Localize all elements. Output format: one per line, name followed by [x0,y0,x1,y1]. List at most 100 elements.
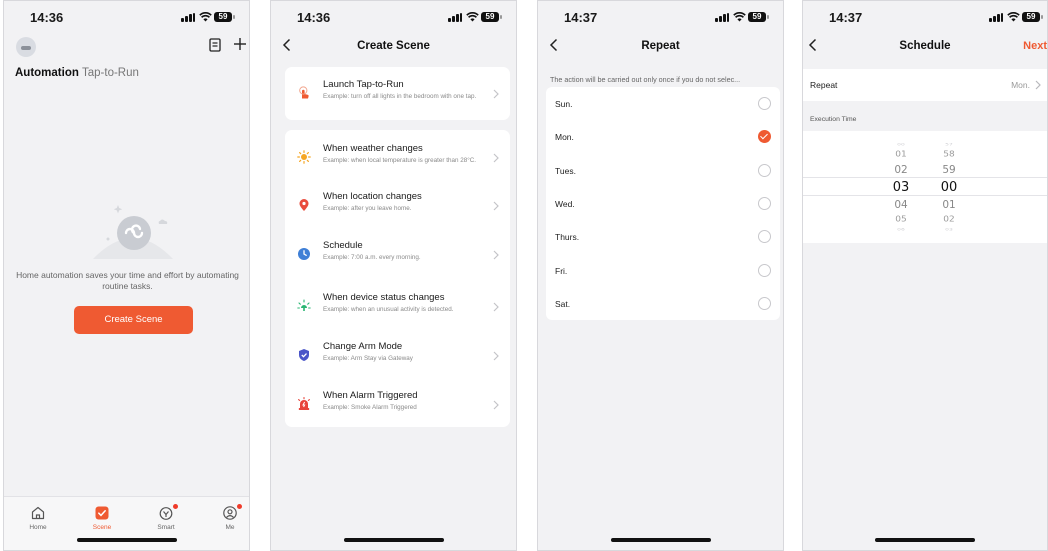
day-row-mon[interactable]: Mon. [546,120,780,153]
time-picker[interactable]: 00 01 02 03 04 05 06 57 58 59 00 01 02 0… [803,131,1047,243]
repeat-note: The action will be carried out only once… [550,75,741,84]
hand-tap-icon [299,86,309,99]
day-checkbox[interactable] [758,230,771,244]
page-title: Repeat [641,40,680,52]
option-subtitle: Example: Arm Stay via Gateway [323,355,413,362]
option-subtitle: Example: when an unusual activity is det… [323,306,454,313]
selected-minute: 00 [940,180,958,195]
day-row-fri[interactable]: Fri. [546,254,780,287]
wifi-icon [199,12,212,22]
wifi-icon [1007,12,1020,22]
minute-wheel[interactable]: 57 58 59 00 01 02 03 [934,131,964,243]
chevron-right-icon [493,302,499,312]
day-label: Sun. [555,99,573,109]
page-title: Create Scene [357,40,430,52]
hour-option: 05 [895,215,907,225]
day-checkbox[interactable] [758,163,771,177]
day-row-thurs[interactable]: Thurs. [546,220,780,253]
page-title: Schedule [899,40,951,52]
alarm-icon [298,397,310,410]
tab-automation[interactable]: Automation [15,67,79,79]
day-row-wed[interactable]: Wed. [546,187,780,220]
option-alarm-triggered[interactable]: When Alarm Triggered Example: Smoke Alar… [285,381,510,429]
status-icons: 59 [181,11,235,23]
signal-icon [989,13,1003,22]
status-time: 14:37 [829,10,863,25]
day-checkbox[interactable] [758,263,771,277]
option-subtitle: Example: turn off all lights in the bedr… [323,93,477,100]
minute-option: 58 [943,150,955,160]
repeat-screen: 14:37 59 Repeat The action will be carri… [537,0,784,551]
tabbar-home-label: Home [29,524,47,531]
day-row-sat[interactable]: Sat. [546,287,780,320]
minute-option: 57 [945,142,953,147]
tabbar-smart[interactable]: Smart [146,504,186,531]
status-time: 14:37 [564,10,598,25]
tabbar-me[interactable]: Me [210,504,249,531]
day-row-tues[interactable]: Tues. [546,154,780,187]
hour-option: 04 [894,199,908,211]
location-pin-icon [299,199,309,211]
day-label: Wed. [555,198,575,209]
option-launch-tap-to-run[interactable]: Launch Tap-to-Run Example: turn off all … [285,70,510,118]
execution-time-label: Execution Time [810,116,857,123]
option-subtitle: Example: after you leave home. [323,205,412,212]
minute-option: 02 [943,215,955,225]
status-bar: 14:36 59 [4,1,249,31]
smart-notification-dot [173,504,178,509]
add-icon[interactable] [233,37,247,51]
day-checkbox-checked[interactable] [758,130,771,144]
minute-option: 59 [942,164,956,176]
hour-option: 02 [894,164,908,176]
document-icon[interactable] [209,38,221,52]
tab-tap-to-run[interactable]: Tap-to-Run [82,67,139,79]
create-scene-button[interactable]: Create Scene [74,306,193,334]
option-title: When location changes [323,191,422,202]
status-icons: 59 [448,11,502,23]
repeat-row[interactable]: Repeat Mon. [803,69,1047,101]
selected-hour: 03 [892,180,910,195]
me-notification-dot [237,504,242,509]
day-label: Thurs. [555,232,580,243]
chevron-right-icon [1035,80,1041,90]
day-checkbox[interactable] [758,196,771,210]
tabbar-home[interactable]: Home [18,505,58,531]
signal-icon [181,13,195,22]
day-label: Fri. [555,265,568,276]
minute-option: 03 [945,227,953,232]
option-weather[interactable]: When weather changes Example: when local… [285,134,510,182]
battery-icon: 59 [1022,12,1043,22]
sun-icon [297,150,311,164]
home-indicator [76,538,177,542]
chevron-right-icon [493,250,499,260]
day-label: Sat. [555,298,571,309]
status-time: 14:36 [30,10,64,25]
option-schedule[interactable]: Schedule Example: 7:00 a.m. every mornin… [285,231,510,279]
me-icon [223,506,237,520]
battery-icon: 59 [481,12,502,22]
option-title: Change Arm Mode [323,341,403,352]
empty-state-text: Home automation saves your time and effo… [16,270,239,291]
option-change-arm-mode[interactable]: Change Arm Mode Example: Arm Stay via Ga… [285,332,510,380]
option-device-status[interactable]: When device status changes Example: when… [285,283,510,331]
day-list: Sun. Mon. Tues. Wed. Thurs. Fri. Sat. [546,87,780,320]
shield-icon [299,349,309,361]
scene-icon [95,506,109,520]
hour-option: 01 [895,150,907,160]
day-checkbox[interactable] [758,97,771,110]
option-subtitle: Example: 7:00 a.m. every morning. [323,254,421,261]
repeat-value: Mon. [1011,80,1030,90]
day-checkbox[interactable] [758,296,771,310]
day-label: Tues. [555,165,576,176]
chevron-right-icon [493,89,499,99]
status-time: 14:36 [297,10,331,25]
chevron-right-icon [493,201,499,211]
hour-wheel[interactable]: 00 01 02 03 04 05 06 [886,131,916,243]
tabbar-scene[interactable]: Scene [82,505,122,531]
next-button[interactable]: Next [1023,40,1047,52]
home-icon [31,506,45,520]
day-row-sun[interactable]: Sun. [546,87,780,120]
home-avatar[interactable] [16,37,36,57]
status-bar: 14:36 59 [271,1,516,31]
option-location[interactable]: When location changes Example: after you… [285,182,510,230]
